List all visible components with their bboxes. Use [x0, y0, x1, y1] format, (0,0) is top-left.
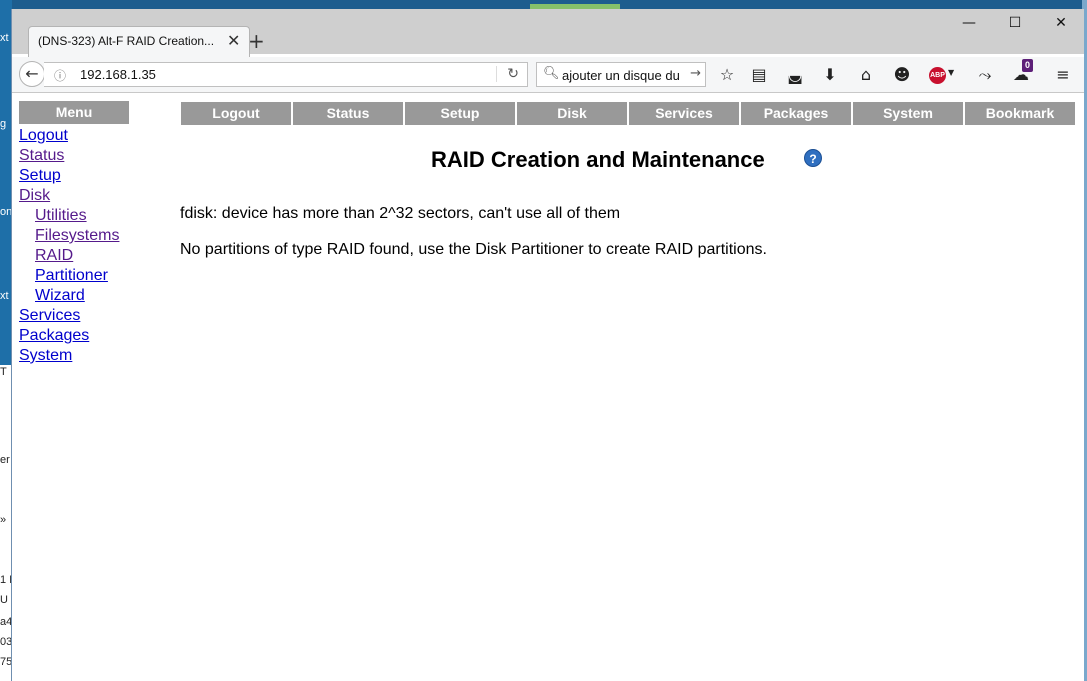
search-icon: 🔍︎: [543, 66, 560, 81]
search-input-value[interactable]: ajouter un disque du: [562, 68, 686, 83]
adblock-icon[interactable]: ABP: [929, 67, 946, 84]
top-navigation: Logout Status Setup Disk Services Packag…: [181, 102, 1075, 125]
pocket-icon[interactable]: ◛: [784, 65, 806, 84]
sidebar-item-wizard[interactable]: Wizard: [19, 286, 119, 306]
home-icon[interactable]: ⌂: [855, 65, 877, 84]
maximize-icon[interactable]: ☐: [992, 15, 1038, 31]
sidebar-item-services[interactable]: Services: [19, 306, 119, 326]
browser-tab[interactable]: (DNS-323) Alt-F RAID Creation... ✕: [28, 26, 250, 57]
info-icon[interactable]: ⓘ: [54, 67, 66, 84]
no-raid-partitions-message: No partitions of type RAID found, use th…: [180, 241, 767, 258]
sidebar-item-system[interactable]: System: [19, 346, 119, 366]
close-tab-icon[interactable]: ✕: [227, 31, 240, 50]
fdisk-warning-message: fdisk: device has more than 2^32 sectors…: [180, 205, 621, 222]
address-bar[interactable]: ⓘ 192.168.1.35 ↻: [44, 62, 528, 87]
tab-title: (DNS-323) Alt-F RAID Creation...: [38, 34, 215, 48]
sidebar-item-packages[interactable]: Packages: [19, 326, 119, 346]
sidebar-item-disk[interactable]: Disk: [19, 186, 119, 206]
sidebar-item-filesystems[interactable]: Filesystems: [19, 226, 119, 246]
new-tab-icon[interactable]: +: [248, 29, 265, 53]
reading-list-icon[interactable]: ▤: [748, 65, 770, 84]
nav-services-button[interactable]: Services: [629, 102, 739, 125]
sidebar-item-utilities[interactable]: Utilities: [19, 206, 119, 226]
page-title: RAID Creation and Maintenance: [431, 147, 765, 172]
browser-window: (DNS-323) Alt-F RAID Creation... ✕ + — ☐…: [11, 9, 1084, 681]
adblock-menu-caret-icon[interactable]: ▼: [948, 68, 954, 77]
download-arrow-icon[interactable]: ⬇: [819, 65, 841, 84]
desktop-taskbar-strip: [0, 0, 1087, 9]
back-arrow-icon[interactable]: ←: [19, 61, 45, 87]
reload-icon[interactable]: ↻: [496, 66, 519, 82]
search-field[interactable]: 🔍︎ ajouter un disque du →: [536, 62, 706, 87]
bookmark-star-icon[interactable]: ☆: [716, 65, 738, 84]
connection-extension-icon[interactable]: ⤳: [974, 65, 996, 85]
nav-setup-button[interactable]: Setup: [405, 102, 515, 125]
nav-status-button[interactable]: Status: [293, 102, 403, 125]
nav-packages-button[interactable]: Packages: [741, 102, 851, 125]
emoji-extension-icon[interactable]: ☻: [891, 65, 913, 84]
nav-system-button[interactable]: System: [853, 102, 963, 125]
close-window-icon[interactable]: ✕: [1038, 15, 1084, 31]
nav-disk-button[interactable]: Disk: [517, 102, 627, 125]
sidebar-item-setup[interactable]: Setup: [19, 166, 119, 186]
notification-badge: 0: [1022, 59, 1033, 72]
nav-bookmark-button[interactable]: Bookmark: [965, 102, 1075, 125]
navigation-toolbar: ← ⓘ 192.168.1.35 ↻ 🔍︎ ajouter un disque …: [12, 57, 1084, 93]
help-icon[interactable]: ?: [804, 149, 822, 167]
search-go-arrow-icon[interactable]: →: [690, 66, 701, 81]
sidebar-menu-heading: Menu: [19, 101, 129, 124]
hamburger-menu-icon[interactable]: ≡: [1052, 65, 1074, 84]
minimize-icon[interactable]: —: [946, 15, 992, 31]
sidebar-item-status[interactable]: Status: [19, 146, 119, 166]
sidebar-item-raid[interactable]: RAID: [19, 246, 119, 266]
sidebar-item-logout[interactable]: Logout: [19, 126, 119, 146]
title-bar: (DNS-323) Alt-F RAID Creation... ✕ + — ☐…: [12, 9, 1084, 57]
sidebar-menu: Logout Status Setup Disk Utilities Files…: [19, 126, 119, 366]
page-content: Menu Logout Status Setup Disk Utilities …: [12, 93, 1084, 681]
sidebar-item-partitioner[interactable]: Partitioner: [19, 266, 119, 286]
url-text[interactable]: 192.168.1.35: [80, 67, 156, 82]
nav-logout-button[interactable]: Logout: [181, 102, 291, 125]
